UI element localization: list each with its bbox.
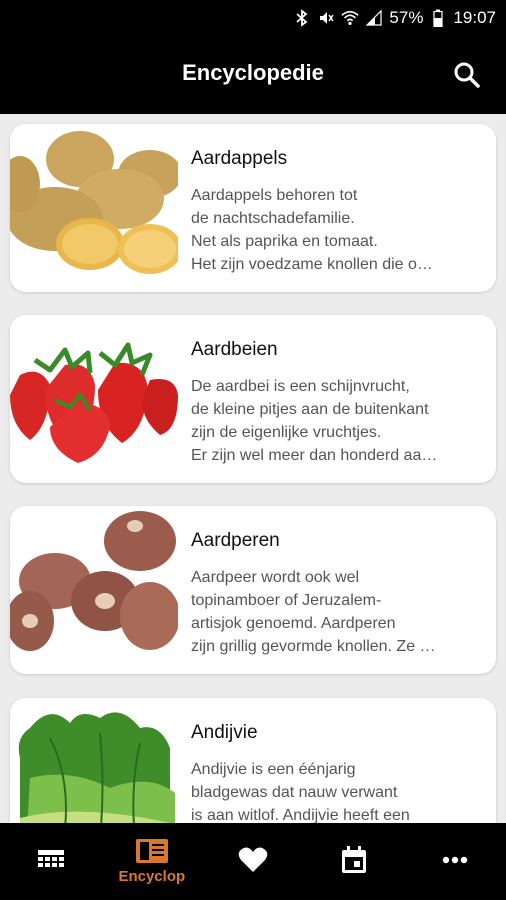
book-icon (135, 839, 168, 863)
nav-label: Encyclop (118, 868, 186, 885)
list-item-aardperen[interactable]: Aardperen Aardpeer wordt ook wel topinam… (10, 506, 496, 674)
mute-icon (317, 9, 335, 27)
list-item-andijvie[interactable]: Andijvie Andijvie is een éénjarig bladge… (10, 698, 496, 823)
item-description: Andijvie is een éénjarig bladgewas dat n… (191, 761, 410, 823)
nav-encyclopedia[interactable]: Encyclop (101, 823, 202, 900)
strawberry-image (10, 315, 178, 483)
wifi-icon (341, 9, 360, 27)
item-description: Aardappels behoren tot de nachtschadefam… (191, 187, 433, 273)
search-button[interactable] (452, 60, 482, 90)
calendar-grid-icon (37, 849, 64, 867)
potato-image (10, 124, 178, 292)
list-item-aardappels[interactable]: Aardappels Aardappels behoren tot de nac… (10, 124, 496, 292)
search-icon (454, 62, 480, 88)
item-description: De aardbei is een schijnvrucht, de klein… (191, 378, 438, 464)
status-bar: 57% 19:07 (0, 0, 506, 36)
battery-percent: 57% (389, 8, 424, 27)
battery-icon (429, 9, 447, 27)
nav-more[interactable] (405, 823, 506, 900)
bluetooth-icon (293, 9, 311, 27)
page-title: Encyclopedie (182, 60, 324, 85)
item-description: Aardpeer wordt ook wel topinamboer of Je… (191, 569, 436, 655)
nav-calendar[interactable] (304, 823, 405, 900)
item-title: Aardbeien (191, 339, 278, 360)
more-icon (443, 856, 468, 863)
nav-calendar-grid[interactable] (0, 823, 101, 900)
calendar-icon (342, 845, 367, 873)
nav-favorites[interactable] (202, 823, 303, 900)
signal-icon (365, 9, 383, 27)
endive-image (10, 698, 178, 823)
item-title: Andijvie (191, 722, 258, 743)
app-bar: Encyclopedie (0, 36, 506, 114)
heart-icon (238, 847, 268, 872)
jerusalem-artichoke-image (10, 506, 178, 674)
item-title: Aardappels (191, 148, 288, 169)
encyclopedia-list[interactable]: Aardappels Aardappels behoren tot de nac… (0, 114, 506, 823)
clock: 19:07 (453, 8, 496, 27)
bottom-navigation: Encyclop (0, 823, 506, 900)
list-item-aardbeien[interactable]: Aardbeien De aardbei is een schijnvrucht… (10, 315, 496, 483)
item-title: Aardperen (191, 530, 280, 551)
